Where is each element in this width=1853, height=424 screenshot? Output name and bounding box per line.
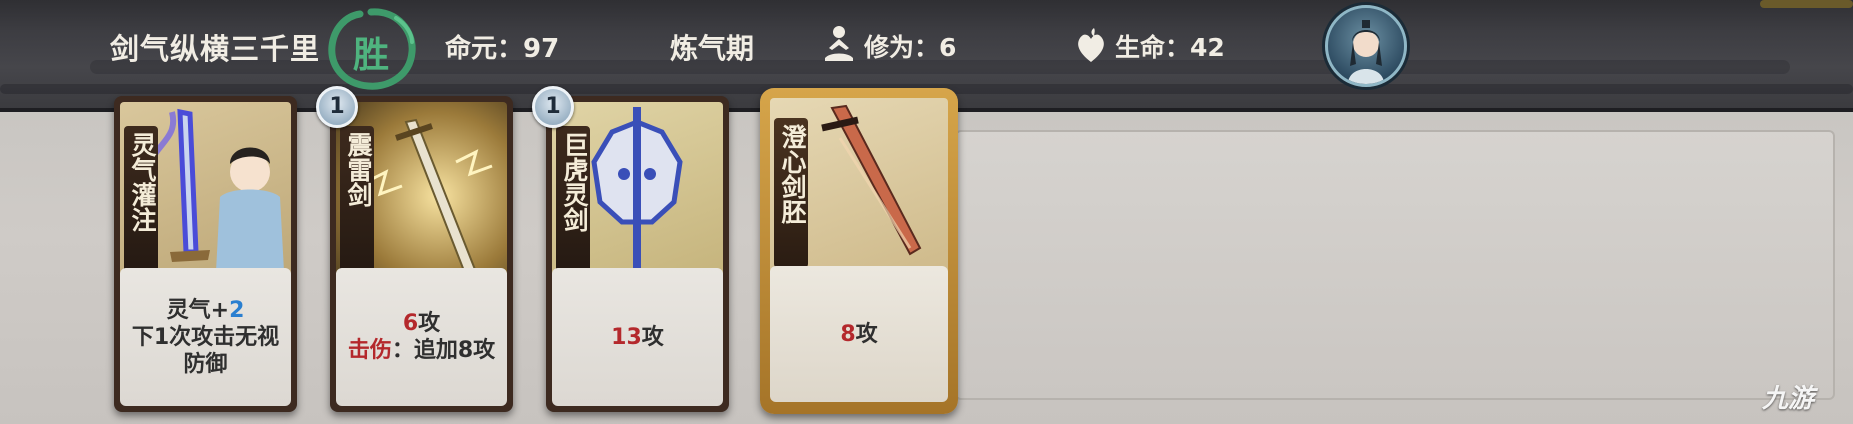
- life-label: 命元：: [445, 34, 524, 64]
- health-label: 生命：: [1115, 33, 1191, 62]
- card-name: 震雷剑: [344, 132, 373, 207]
- player-name: 剑气纵横三千里: [110, 32, 321, 66]
- desc-line: 防御: [183, 351, 228, 377]
- card-name: 灵气灌注: [128, 132, 157, 232]
- card-name: 澄心剑胚: [778, 124, 807, 224]
- empty-card-area: [955, 130, 1835, 400]
- cultivation-value: 6: [939, 33, 957, 62]
- card-thunder-sword[interactable]: 震雷剑 1 6攻 击伤：追加8攻: [316, 86, 513, 412]
- attack-value: 13: [611, 324, 642, 350]
- card-tiger-spirit-sword[interactable]: 巨虎灵剑 1 13攻: [532, 86, 729, 412]
- life-value: 97: [523, 34, 560, 64]
- life-stat: 命元：97: [445, 28, 559, 65]
- card-description: 灵气+2 下1次攻击无视 防御: [120, 268, 291, 406]
- meditation-icon: [825, 26, 853, 61]
- attack-value: 8: [840, 321, 856, 347]
- keyword-effect: ：追加8攻: [391, 338, 496, 363]
- buff-label: 灵气+: [166, 297, 230, 323]
- attack-suffix: 攻: [855, 321, 878, 347]
- card-level-badge: 1: [316, 86, 358, 128]
- heart-flame-icon: [1078, 28, 1104, 62]
- player-avatar[interactable]: [1325, 5, 1407, 87]
- character-portrait-icon: [1348, 20, 1384, 84]
- card-level-badge: 1: [532, 86, 574, 128]
- cultivation-stat: 修为：6: [864, 28, 956, 64]
- buff-value: 2: [229, 297, 245, 323]
- win-badge: 胜: [326, 6, 416, 90]
- site-watermark: 九游: [1762, 384, 1815, 414]
- card-name: 巨虎灵剑: [560, 132, 589, 232]
- health-stat: 生命：42: [1115, 28, 1225, 64]
- card-clear-mind-sword-blank[interactable]: 澄心剑胚 8攻: [760, 88, 958, 414]
- keyword-label: 击伤: [347, 338, 392, 363]
- card-description: 13攻: [552, 268, 723, 406]
- card-description: 8攻: [770, 266, 948, 402]
- health-value: 42: [1190, 33, 1225, 62]
- card-spirit-infusion[interactable]: 灵气灌注 灵气+2 下1次攻击无视 防御: [114, 96, 297, 412]
- attack-suffix: 攻: [641, 324, 664, 350]
- attack-value: 6: [402, 311, 419, 336]
- cultivation-label: 修为：: [864, 33, 940, 62]
- card-description: 6攻 击伤：追加8攻: [336, 268, 507, 406]
- win-label: 胜: [352, 34, 389, 76]
- realm-label: 炼气期: [670, 32, 755, 65]
- attack-suffix: 攻: [418, 311, 441, 336]
- desc-line: 下1次攻击无视: [131, 324, 280, 350]
